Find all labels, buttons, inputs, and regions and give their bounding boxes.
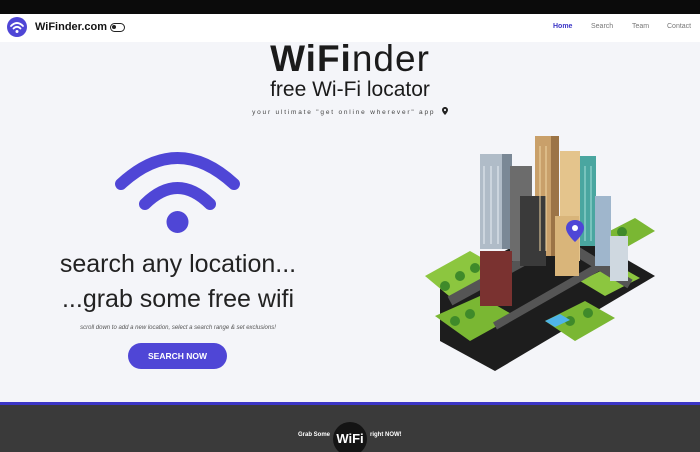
wifi-badge-text: WiFi (336, 431, 364, 446)
city-illustration (410, 126, 660, 381)
tagline-text: your ultimate "get online wherever" app (252, 109, 436, 116)
hero-title-bold: WiFi (270, 38, 352, 79)
toggle-knob (112, 25, 116, 29)
nav-search[interactable]: Search (591, 23, 613, 30)
window-top-bar (0, 0, 700, 14)
wifi-icon (115, 148, 240, 243)
headline-grab: ...grab some free wifi (61, 285, 295, 313)
tagline: your ultimate "get online wherever" app (0, 107, 700, 116)
footer-now-text: right NOW! (370, 432, 402, 438)
theme-toggle-icon[interactable] (110, 23, 125, 32)
hero-title: WiFinder (0, 38, 700, 80)
nav-contact[interactable]: Contact (667, 23, 691, 30)
nav-team[interactable]: Team (632, 23, 649, 30)
headline-search: search any location... (59, 250, 297, 278)
nav-home[interactable]: Home (553, 23, 572, 30)
location-pin-icon (441, 107, 448, 115)
footer-grab-text: Grab Some (298, 432, 331, 438)
hero-subtitle: free Wi-Fi locator (270, 78, 430, 101)
brand-link[interactable]: WiFinder.com (35, 21, 107, 33)
instruction-hint: scroll down to add a new location, selec… (80, 325, 276, 331)
hero-title-light: nder (351, 38, 430, 79)
search-now-button[interactable]: SEARCH NOW (128, 343, 227, 369)
wifi-logo-icon[interactable] (7, 17, 27, 37)
footer: Grab Some WiFi right NOW! (0, 402, 700, 452)
wifi-badge: WiFi (333, 422, 367, 452)
